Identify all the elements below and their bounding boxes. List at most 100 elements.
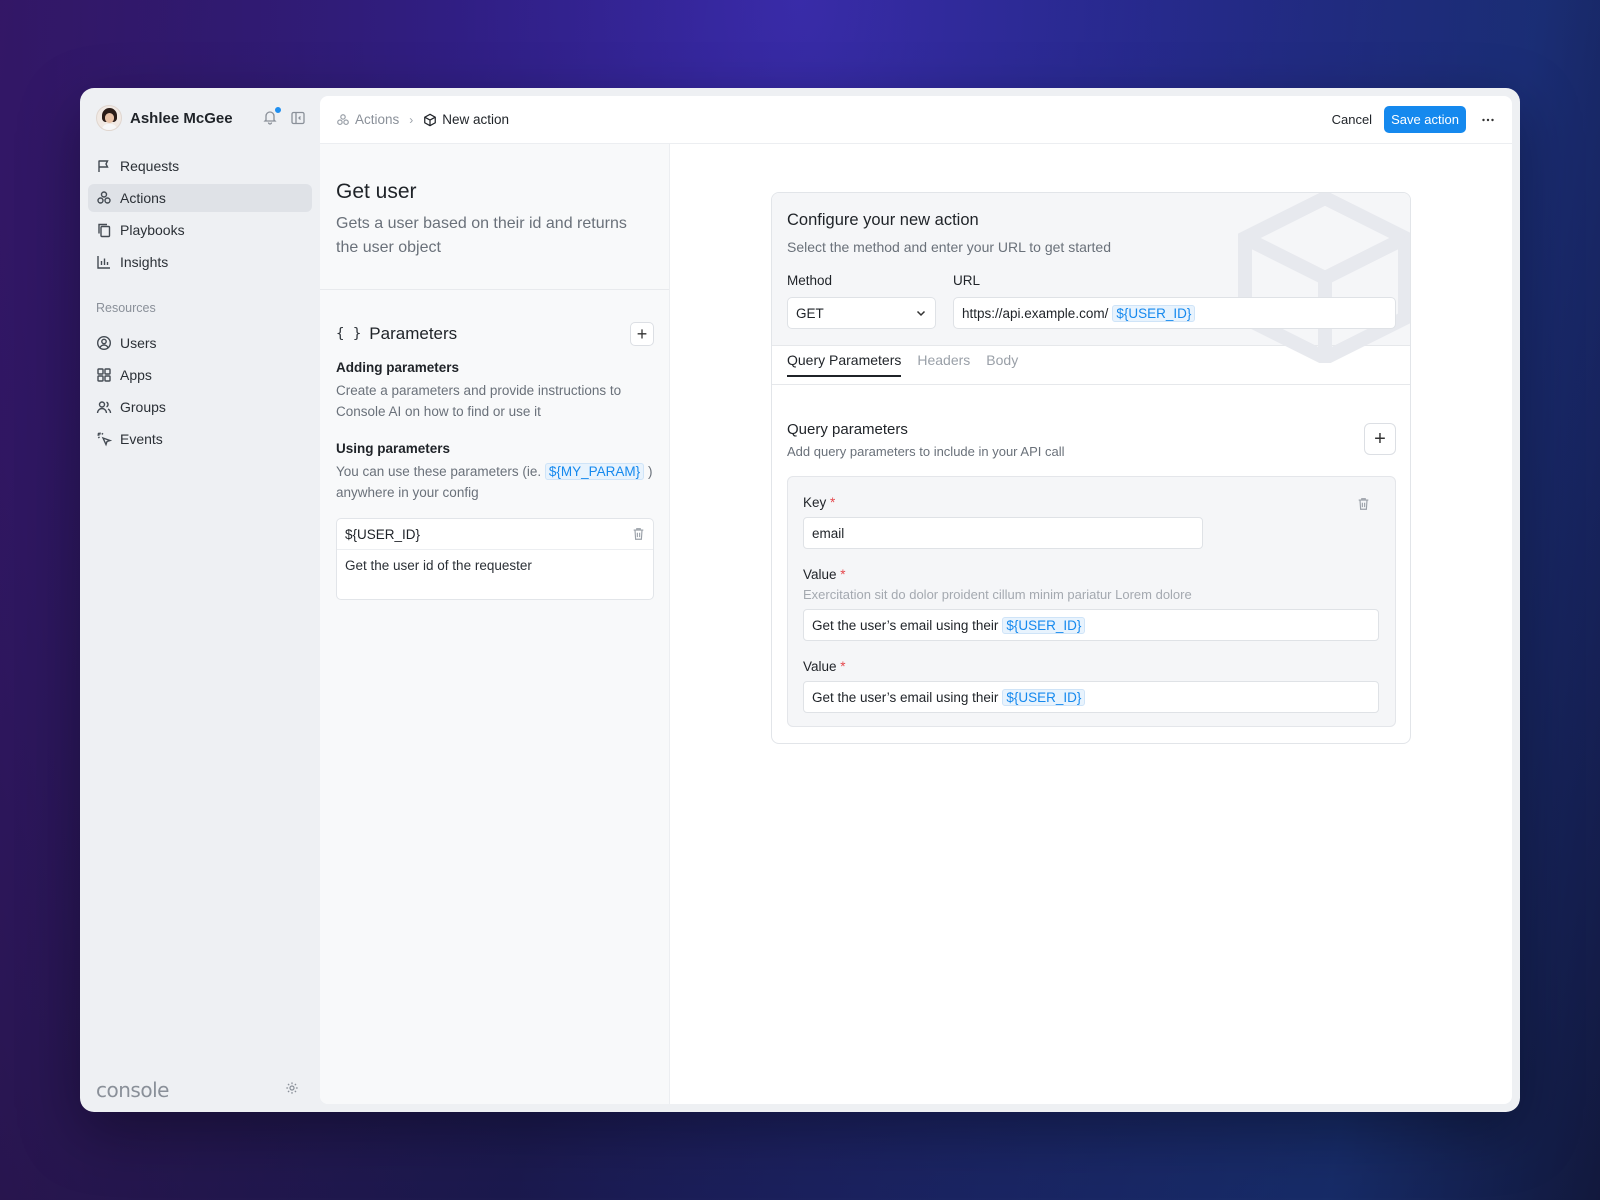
user-row: Ashlee McGee	[96, 104, 306, 132]
config-title: Configure your new action	[787, 211, 979, 229]
parameter-name[interactable]: ${USER_ID}	[345, 527, 632, 542]
using-text-after: )	[647, 464, 653, 479]
query-parameters-subtitle: Add query parameters to include in your …	[787, 444, 1065, 459]
cube-icon	[424, 113, 437, 126]
parameters-title: Parameters	[369, 324, 458, 343]
action-title[interactable]: Get user	[336, 180, 653, 204]
sidebar-item-label: Playbooks	[120, 222, 185, 238]
collapse-sidebar-icon[interactable]	[290, 110, 306, 126]
key-label-text: Key	[803, 495, 827, 510]
adding-parameters-heading: Adding parameters	[336, 360, 460, 375]
app-window: Ashlee McGee Requests Actions Playbooks	[80, 88, 1520, 1112]
using-parameters-help: Using parameters You can use these param…	[336, 441, 656, 503]
required-mark: *	[840, 567, 846, 582]
user-name[interactable]: Ashlee McGee	[130, 110, 262, 127]
using-parameters-text: You can use these parameters (ie. ${MY_P…	[336, 462, 656, 503]
tab-headers[interactable]: Headers	[917, 352, 970, 377]
sidebar-item-events[interactable]: Events	[88, 425, 312, 453]
gear-icon[interactable]	[285, 1081, 299, 1095]
value-hint: Exercitation sit do dolor proident cillu…	[803, 587, 1192, 602]
sidebar-item-requests[interactable]: Requests	[88, 152, 312, 180]
parameter-description[interactable]: Get the user id of the requester	[337, 550, 653, 581]
sidebar: Ashlee McGee Requests Actions Playbooks	[80, 88, 320, 1112]
braces-icon: { }	[336, 326, 362, 342]
value-label-text: Value	[803, 659, 837, 674]
breadcrumb-current: New action	[442, 112, 510, 127]
using-text-end: anywhere in your config	[336, 484, 479, 500]
method-label: Method	[787, 273, 833, 288]
sidebar-item-label: Actions	[120, 190, 166, 206]
key-input[interactable]: email	[803, 517, 1203, 549]
sidebar-item-label: Groups	[120, 399, 166, 415]
trash-icon[interactable]	[1357, 497, 1370, 511]
key-value: email	[812, 525, 845, 541]
value-input-2[interactable]: Get the user’s email using their ${USER_…	[803, 681, 1379, 713]
add-query-parameter-button[interactable]: +	[1364, 423, 1396, 455]
using-parameters-heading: Using parameters	[336, 441, 451, 456]
trash-icon[interactable]	[632, 527, 645, 541]
value-label-2: Value *	[803, 659, 846, 674]
url-value: https://api.example.com/	[962, 305, 1109, 321]
query-parameter-card: Key * email Value * Exercitation sit do …	[787, 476, 1396, 727]
sidebar-item-playbooks[interactable]: Playbooks	[88, 216, 312, 244]
copy-icon	[98, 223, 111, 238]
value-param-token: ${USER_ID}	[1002, 688, 1086, 706]
parameter-card-header: ${USER_ID}	[337, 519, 653, 550]
breadcrumb-actions-link[interactable]: Actions	[355, 112, 399, 127]
main-content: Actions › New action Cancel Save action …	[320, 96, 1512, 1104]
pointer-click-icon	[97, 432, 112, 447]
sidebar-item-insights[interactable]: Insights	[88, 248, 312, 276]
add-parameter-button[interactable]: +	[630, 322, 654, 346]
users-icon	[96, 401, 112, 414]
action-description[interactable]: Gets a user based on their id and return…	[336, 212, 653, 260]
tab-body[interactable]: Body	[986, 352, 1018, 377]
actions-icon	[97, 191, 111, 204]
tab-query-parameters[interactable]: Query Parameters	[787, 352, 902, 377]
tabs-divider	[772, 384, 1410, 385]
value-input[interactable]: Get the user’s email using their ${USER_…	[803, 609, 1379, 641]
topbar: Actions › New action Cancel Save action	[320, 96, 1512, 144]
using-text-before: You can use these parameters (ie.	[336, 464, 542, 479]
configuration-panel: Configure your new action Select the met…	[670, 144, 1512, 1104]
chevron-right-icon: ›	[409, 112, 414, 127]
url-param-token: ${USER_ID}	[1112, 304, 1196, 322]
config-header: Configure your new action Select the met…	[772, 193, 1410, 363]
sidebar-item-actions[interactable]: Actions	[88, 184, 312, 212]
method-value: GET	[796, 305, 824, 321]
more-options-icon[interactable]	[1480, 112, 1496, 128]
adding-parameters-text: Create a parameters and provide instruct…	[336, 383, 622, 419]
grid-icon	[97, 368, 111, 382]
save-action-button[interactable]: Save action	[1384, 106, 1466, 133]
config-subtitle: Select the method and enter your URL to …	[787, 239, 1112, 255]
bar-chart-icon	[97, 256, 110, 269]
value-text: Get the user’s email using their	[812, 689, 999, 705]
action-header: Get user Gets a user based on their id a…	[320, 144, 669, 290]
required-mark: *	[840, 659, 846, 674]
flag-icon	[98, 160, 109, 172]
value-text: Get the user’s email using their	[812, 617, 999, 633]
bell-icon[interactable]	[262, 106, 282, 127]
sidebar-item-groups[interactable]: Groups	[88, 393, 312, 421]
sidebar-item-label: Insights	[120, 254, 169, 270]
value-param-token: ${USER_ID}	[1002, 616, 1086, 634]
sidebar-item-label: Events	[120, 431, 163, 447]
url-label: URL	[953, 273, 981, 288]
avatar[interactable]	[96, 105, 122, 131]
value-label: Value *	[803, 567, 846, 582]
main-nav: Requests Actions Playbooks Insights	[88, 152, 312, 280]
url-input[interactable]: https://api.example.com/ ${USER_ID}	[953, 297, 1396, 329]
adding-parameters-help: Adding parameters Create a parameters an…	[336, 360, 656, 422]
sidebar-item-apps[interactable]: Apps	[88, 361, 312, 389]
parameter-card[interactable]: ${USER_ID} Get the user id of the reques…	[336, 518, 654, 600]
cancel-button[interactable]: Cancel	[1332, 112, 1372, 127]
key-label: Key *	[803, 495, 835, 510]
configure-action-card: Configure your new action Select the met…	[771, 192, 1411, 744]
sidebar-item-users[interactable]: Users	[88, 329, 312, 357]
action-details-panel: Get user Gets a user based on their id a…	[320, 144, 670, 1104]
chevron-down-icon	[916, 310, 926, 317]
cube-watermark-icon	[1238, 193, 1410, 363]
parameters-header: { } Parameters +	[336, 322, 654, 346]
breadcrumb: Actions › New action	[336, 112, 509, 127]
console-logo: console	[96, 1078, 169, 1102]
method-select[interactable]: GET	[787, 297, 936, 329]
